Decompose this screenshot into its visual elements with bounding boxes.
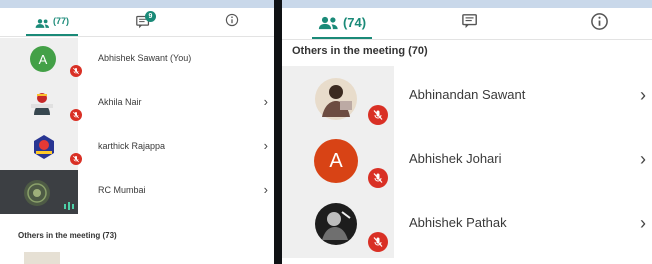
people-icon — [35, 16, 50, 28]
participant-name: Abhishek Johari — [409, 151, 502, 166]
participant-name: karthick Rajappa — [98, 141, 166, 151]
participant-name: RC Mumbai — [98, 185, 146, 195]
mic-off-icon — [70, 65, 82, 77]
section-title: Others in the meeting (70) — [292, 45, 428, 57]
avatar — [32, 134, 56, 160]
participant-name: Abhishek Sawant (You) — [98, 53, 192, 63]
avatar — [314, 202, 358, 246]
tab-chat[interactable]: 9 — [128, 8, 158, 36]
participant-name: Akhila Nair — [98, 97, 142, 107]
participant-name: Abhishek Pathak — [409, 215, 507, 230]
avatar: A — [314, 139, 358, 183]
chat-icon: 9 — [135, 11, 156, 29]
avatar — [22, 178, 52, 208]
mic-off-icon — [70, 109, 82, 121]
tab-info[interactable] — [587, 8, 611, 39]
info-icon — [590, 12, 609, 36]
participant-tile: A — [282, 130, 394, 194]
video-strip — [0, 0, 274, 8]
video-strip — [282, 0, 652, 8]
chevron-right-icon[interactable]: › — [640, 85, 646, 106]
participant-tile — [0, 126, 82, 170]
participant-row[interactable]: karthick Rajappa › — [0, 126, 274, 170]
chevron-right-icon[interactable]: › — [264, 138, 268, 153]
section-title: Others in the meeting (73) — [18, 231, 117, 240]
mic-off-icon — [368, 168, 388, 188]
participant-tile: A — [0, 38, 82, 82]
mic-off-icon — [70, 153, 82, 165]
avatar-letter: A — [38, 51, 48, 67]
right-meeting-panel: (74) Others in the meeting (70) Abhinand… — [282, 0, 652, 264]
chevron-right-icon[interactable]: › — [640, 149, 646, 170]
people-count: (77) — [52, 16, 69, 26]
tab-bar: (77) 9 — [0, 8, 274, 37]
people-count: (74) — [342, 15, 367, 30]
people-icon — [318, 16, 339, 30]
tab-bar: (74) — [282, 8, 652, 40]
tab-chat[interactable] — [458, 8, 482, 39]
chevron-right-icon[interactable]: › — [264, 182, 268, 197]
tab-info[interactable] — [220, 8, 244, 36]
chat-icon — [461, 13, 479, 34]
avatar: A — [30, 46, 56, 72]
avatar — [314, 77, 358, 121]
chevron-right-icon[interactable]: › — [264, 94, 268, 109]
tab-people[interactable]: (77) — [26, 8, 78, 36]
participant-row[interactable]: A Abhishek Sawant (You) — [0, 38, 274, 82]
participant-tile — [282, 66, 394, 130]
left-meeting-panel: (77) 9 A Abhishek Sawant (You) Akhila Na… — [0, 0, 274, 264]
participant-tile — [282, 194, 394, 258]
audio-level-icon — [63, 198, 75, 210]
participant-row[interactable]: Abhinandan Sawant › — [282, 66, 652, 130]
chat-badge: 9 — [145, 11, 156, 22]
participant-row[interactable]: RC Mumbai › — [0, 170, 274, 214]
participant-row[interactable]: A Abhishek Johari › — [282, 130, 652, 194]
participant-name: Abhinandan Sawant — [409, 87, 526, 102]
participant-tile — [0, 82, 82, 126]
participant-row[interactable]: Abhishek Pathak › — [282, 194, 652, 258]
tab-people[interactable]: (74) — [312, 8, 372, 39]
participant-video-tile — [0, 170, 78, 214]
chevron-right-icon[interactable]: › — [640, 213, 646, 234]
avatar-letter: A — [329, 149, 343, 172]
mic-off-icon — [368, 232, 388, 252]
mic-off-icon — [368, 105, 388, 125]
avatar — [28, 89, 56, 117]
next-participant-thumbnail — [24, 252, 60, 264]
info-icon — [225, 13, 239, 32]
participant-row[interactable]: Akhila Nair › — [0, 82, 274, 126]
